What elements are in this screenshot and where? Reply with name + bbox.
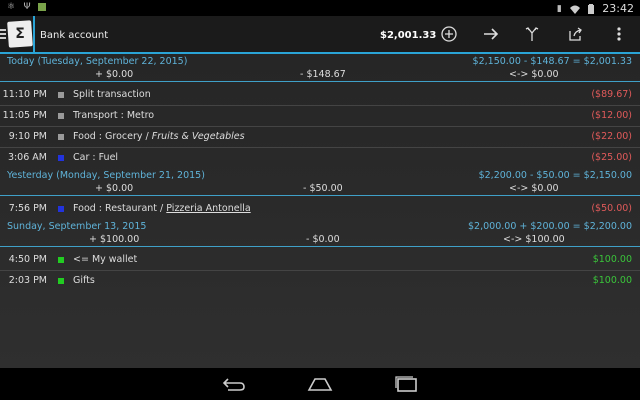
wifi-icon: [570, 4, 581, 14]
overflow-menu-icon: [617, 27, 621, 41]
transaction-row[interactable]: 9:10 PM Food : Grocery / Fruits & Vegeta…: [0, 127, 640, 148]
recent-apps-button[interactable]: [391, 372, 421, 396]
transaction-payee: Pizzeria Antonella: [166, 203, 251, 214]
account-balance: $2,001.33: [380, 30, 437, 41]
transaction-amount: ($25.00): [591, 152, 632, 163]
transaction-time: 2:03 PM: [8, 275, 47, 286]
transaction-category: Transport : Metro: [73, 110, 155, 121]
battery-icon: [586, 3, 596, 14]
transaction-description: Food : Restaurant / Pizzeria Antonella: [73, 203, 251, 214]
transaction-amount: ($89.67): [591, 89, 632, 100]
navigation-bar: [0, 368, 640, 400]
transaction-category: Food : Restaurant /: [73, 203, 167, 214]
day-balance-calc: $2,150.00 - $148.67 = $2,001.33: [472, 56, 632, 67]
home-icon: [307, 378, 333, 391]
transaction-amount: ($22.00): [591, 131, 632, 142]
day-income: + $0.00: [95, 69, 134, 80]
day-date: Today (Tuesday, September 22, 2015): [7, 56, 188, 67]
transaction-amount: ($50.00): [591, 203, 632, 214]
category-color-swatch: [58, 257, 64, 263]
home-button[interactable]: [305, 372, 335, 396]
day-header: Yesterday (Monday, September 21, 2015) $…: [0, 168, 640, 196]
day-balance-calc: $2,000.00 + $200.00 = $2,200.00: [468, 221, 632, 232]
transaction-time: 9:10 PM: [8, 131, 47, 142]
drawer-menu-icon: [0, 29, 6, 41]
overflow-menu-button[interactable]: [607, 22, 631, 46]
back-button[interactable]: [219, 372, 249, 396]
category-color-swatch: [58, 134, 64, 140]
transaction-description: Food : Grocery / Fruits & Vegetables: [73, 131, 245, 142]
transaction-category: Food : Grocery /: [73, 131, 152, 142]
transaction-amount: $100.00: [592, 275, 632, 286]
day-transfer: <-> $0.00: [509, 183, 559, 194]
arrow-right-icon: [484, 28, 499, 40]
day-transfer: <-> $0.00: [509, 69, 559, 80]
split-icon: [525, 27, 539, 41]
category-color-swatch: [58, 92, 64, 98]
transaction-row[interactable]: 4:50 PM <= My wallet $100.00: [0, 250, 640, 271]
recent-apps-icon: [395, 376, 417, 392]
day-income: + $0.00: [95, 183, 134, 194]
transaction-time: 3:06 AM: [7, 152, 47, 163]
transaction-amount: $100.00: [592, 254, 632, 265]
transaction-row[interactable]: 3:06 AM Car : Fuel ($25.00): [0, 148, 640, 169]
transaction-category: Car : Fuel: [73, 152, 119, 163]
transaction-description: Transport : Metro: [73, 110, 154, 121]
assistant-icon: ⚛: [6, 2, 16, 12]
transfer-button[interactable]: [479, 22, 503, 46]
transaction-description: <= My wallet: [73, 254, 137, 265]
account-title[interactable]: Bank account: [40, 30, 108, 41]
transaction-time: 4:50 PM: [8, 254, 47, 265]
transaction-amount: ($12.00): [591, 110, 632, 121]
add-icon: [441, 26, 457, 42]
category-color-swatch: [58, 155, 64, 161]
day-expense: - $0.00: [306, 234, 340, 245]
transaction-row[interactable]: 11:10 PM Split transaction ($89.67): [0, 85, 640, 106]
transaction-category: <= My wallet: [73, 254, 138, 265]
day-date: Sunday, September 13, 2015: [7, 221, 147, 232]
day-expense: - $148.67: [300, 69, 346, 80]
back-icon: [222, 378, 245, 391]
transaction-row[interactable]: 7:56 PM Food : Restaurant / Pizzeria Ant…: [0, 199, 640, 220]
day-balance-calc: $2,200.00 - $50.00 = $2,150.00: [478, 170, 632, 181]
category-color-swatch: [58, 278, 64, 284]
day-header: Sunday, September 13, 2015 $2,000.00 + $…: [0, 219, 640, 247]
day-transfer: <-> $100.00: [503, 234, 565, 245]
app-notification-icon: [38, 3, 46, 11]
transaction-category: Split transaction: [73, 89, 151, 100]
day-date: Yesterday (Monday, September 21, 2015): [7, 170, 205, 181]
day-divider: [0, 246, 640, 247]
sigma-icon: Σ: [15, 26, 25, 42]
transaction-row[interactable]: 2:03 PM Gifts $100.00: [0, 271, 640, 292]
title-divider: [33, 16, 35, 54]
split-button[interactable]: [520, 22, 544, 46]
category-color-swatch: [58, 206, 64, 212]
status-bar: ⚛ Ψ ▮ 23:42: [0, 0, 640, 16]
share-button[interactable]: [564, 22, 588, 46]
add-transaction-button[interactable]: [437, 22, 461, 46]
transaction-description: Gifts: [73, 275, 95, 286]
share-icon: [569, 27, 582, 41]
transaction-category: Gifts: [73, 275, 95, 286]
category-color-swatch: [58, 113, 64, 119]
clock: 23:42: [602, 2, 634, 15]
transaction-row[interactable]: 11:05 PM Transport : Metro ($12.00): [0, 106, 640, 127]
day-divider: [0, 81, 640, 82]
day-income: + $100.00: [89, 234, 140, 245]
transaction-time: 11:05 PM: [2, 110, 47, 121]
transaction-subcategory: Fruits & Vegetables: [151, 131, 245, 142]
transaction-list[interactable]: Today (Tuesday, September 22, 2015) $2,1…: [0, 54, 640, 368]
usb-icon: Ψ: [23, 2, 31, 12]
day-divider: [0, 195, 640, 196]
day-expense: - $50.00: [303, 183, 343, 194]
app-home-button[interactable]: Σ: [0, 19, 34, 51]
vibrate-icon: ▮: [556, 3, 562, 14]
transaction-time: 11:10 PM: [2, 89, 47, 100]
action-bar: Σ Bank account $2,001.33: [0, 16, 640, 54]
transaction-description: Split transaction: [73, 89, 151, 100]
transaction-time: 7:56 PM: [8, 203, 47, 214]
day-header: Today (Tuesday, September 22, 2015) $2,1…: [0, 54, 640, 82]
transaction-description: Car : Fuel: [73, 152, 118, 163]
